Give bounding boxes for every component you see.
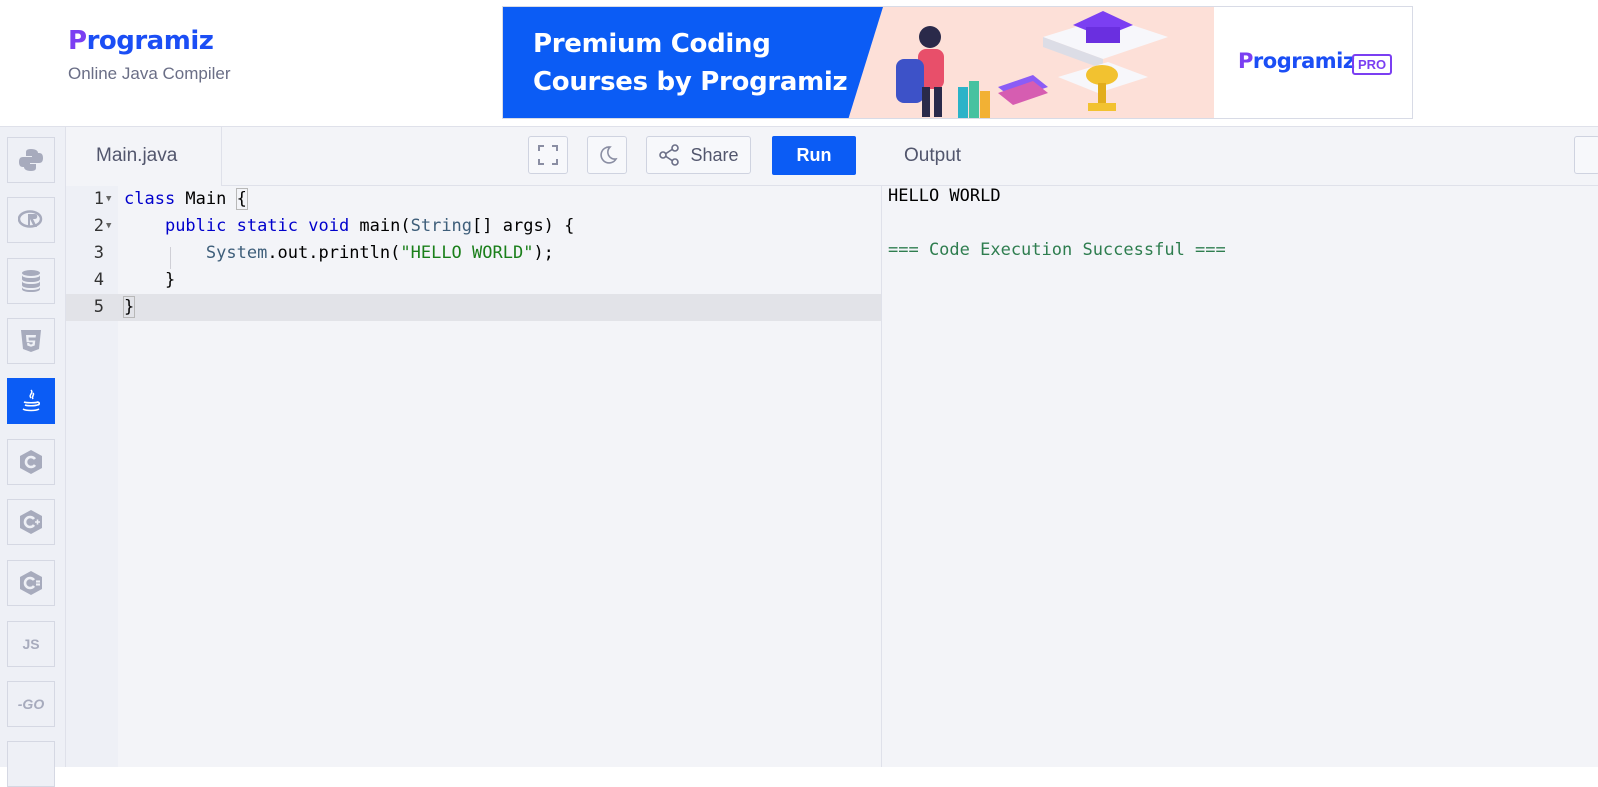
line-number: 4 bbox=[93, 270, 104, 290]
code-text: public static void main(String[] args) { bbox=[164, 216, 575, 236]
ad-banner[interactable]: Premium Coding Courses by Programiz Prog… bbox=[502, 6, 1413, 119]
sidebar-item-sql[interactable] bbox=[7, 258, 55, 304]
sidebar-item-go[interactable]: -GO bbox=[7, 681, 55, 727]
code-text: class Main { bbox=[124, 188, 248, 210]
code-line-3[interactable]: 3 System.out.println("HELLO WORLD"); bbox=[66, 240, 881, 267]
sidebar-item-csharp[interactable] bbox=[7, 560, 55, 606]
moon-icon bbox=[600, 146, 618, 164]
line-number: 5 bbox=[93, 297, 104, 317]
page-subtitle: Online Java Compiler bbox=[68, 64, 231, 83]
code-text: System.out.println("HELLO WORLD"); bbox=[205, 243, 554, 263]
ad-headline-line2: Courses by Programiz bbox=[533, 67, 848, 97]
fullscreen-button[interactable] bbox=[528, 136, 568, 174]
line-number: 2 bbox=[93, 216, 104, 236]
code-text: } bbox=[122, 296, 136, 318]
share-icon bbox=[659, 144, 680, 166]
java-icon bbox=[22, 389, 41, 412]
language-sidebar: JS -GO bbox=[0, 127, 66, 787]
share-button[interactable]: Share bbox=[646, 136, 751, 174]
sidebar-item-r[interactable] bbox=[7, 197, 55, 243]
run-button[interactable]: Run bbox=[772, 136, 856, 175]
code-editor[interactable]: 1 ▼ class Main { 2 ▼ public static void … bbox=[66, 186, 882, 767]
share-label: Share bbox=[690, 144, 739, 165]
clear-button[interactable] bbox=[1574, 136, 1598, 174]
header: Programiz Online Java Compiler Premium C… bbox=[0, 0, 1598, 127]
cpp-icon bbox=[20, 510, 42, 534]
code-line-1[interactable]: 1 ▼ class Main { bbox=[66, 186, 881, 213]
line-number: 1 bbox=[93, 189, 104, 209]
html5-icon bbox=[21, 330, 41, 352]
fold-arrow-icon[interactable]: ▼ bbox=[106, 186, 111, 213]
csharp-icon bbox=[20, 571, 42, 595]
sidebar-item-cpp[interactable] bbox=[7, 499, 55, 545]
output-line: HELLO WORLD bbox=[888, 186, 1001, 206]
output-toolbar: Output bbox=[882, 127, 1598, 186]
sidebar-item-python[interactable] bbox=[7, 137, 55, 183]
ad-illustration-art bbox=[896, 11, 1168, 118]
tab-main-java[interactable]: Main.java bbox=[66, 127, 222, 186]
go-icon: -GO bbox=[17, 696, 45, 712]
programiz-brand[interactable]: Programiz Online Java Compiler bbox=[68, 26, 231, 84]
code-line-2[interactable]: 2 ▼ public static void main(String[] arg… bbox=[66, 213, 881, 240]
programiz-logo[interactable]: Programiz bbox=[68, 26, 231, 56]
ad-illustration bbox=[848, 7, 1214, 118]
js-icon: JS bbox=[22, 636, 40, 652]
ad-pro-panel[interactable]: Programiz PRO bbox=[1214, 7, 1412, 118]
sidebar-item-more[interactable] bbox=[7, 741, 55, 787]
c-icon bbox=[20, 450, 42, 474]
line-number: 3 bbox=[93, 243, 104, 263]
code-text: } bbox=[124, 270, 176, 290]
fullscreen-icon bbox=[538, 145, 558, 165]
code-line-4[interactable]: 4 } bbox=[66, 267, 881, 294]
sidebar-item-js[interactable]: JS bbox=[7, 621, 55, 667]
ad-text-panel[interactable]: Premium Coding Courses by Programiz bbox=[503, 7, 883, 118]
output-panel: HELLO WORLD === Code Execution Successfu… bbox=[882, 186, 1598, 767]
fold-arrow-icon[interactable]: ▼ bbox=[106, 213, 111, 240]
editor-toolbar: Main.java Share Run bbox=[66, 127, 882, 186]
ad-headline-line1: Premium Coding bbox=[533, 29, 771, 59]
dark-mode-button[interactable] bbox=[587, 136, 627, 174]
execution-status-text: === Code Execution Successful === bbox=[888, 240, 1226, 260]
pro-badge: PRO bbox=[1352, 54, 1393, 75]
sidebar-item-c[interactable] bbox=[7, 439, 55, 485]
output-title: Output bbox=[904, 145, 962, 166]
sidebar-item-html[interactable] bbox=[7, 318, 55, 364]
database-icon bbox=[22, 270, 40, 292]
r-icon bbox=[18, 210, 43, 228]
code-line-5-active[interactable]: 5 } bbox=[66, 294, 881, 321]
programiz-pro-logo: Programiz bbox=[1238, 49, 1355, 73]
python-icon bbox=[19, 149, 43, 171]
sidebar-item-java[interactable] bbox=[7, 378, 55, 424]
